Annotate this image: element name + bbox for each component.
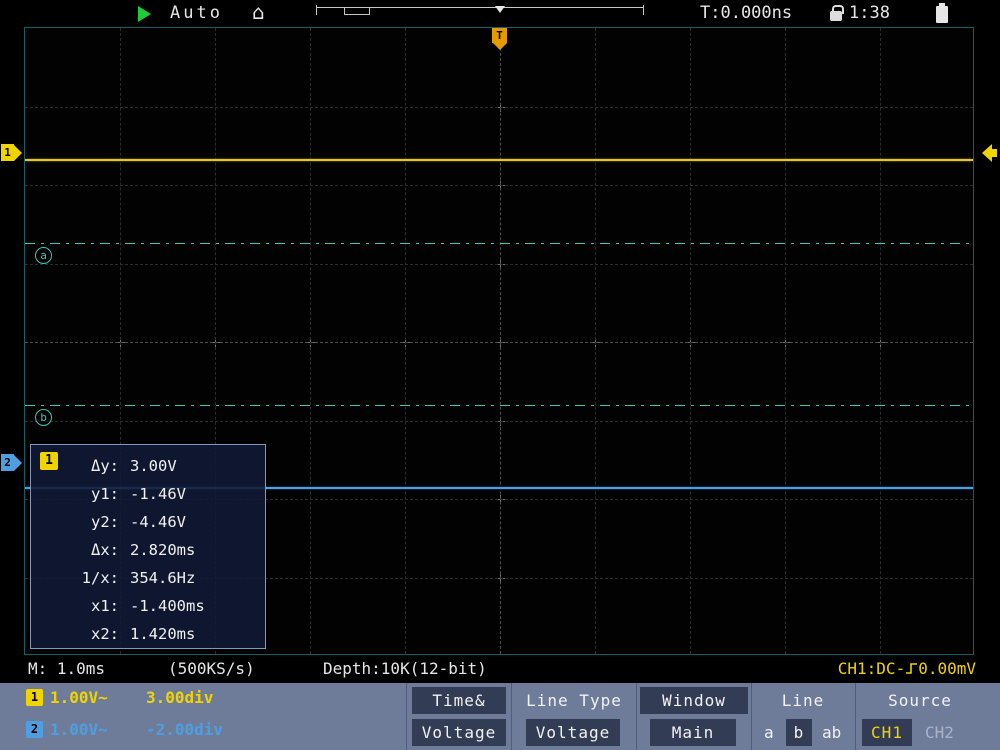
ch2-scale-readout: 1.00V~ [50, 720, 108, 739]
sample-rate-readout: (500KS/s) [168, 659, 255, 678]
grid-vline [880, 28, 881, 654]
menu-line-option-ab[interactable]: ab [822, 723, 841, 742]
menu-separator [855, 683, 856, 750]
menu-line-option-a[interactable]: a [764, 723, 774, 742]
cursor-row-x1: x1: -1.400ms [31, 592, 265, 620]
menu-source-title: Source [857, 691, 983, 710]
rising-edge-icon [905, 661, 918, 676]
ch2-marker-label: 2 [1, 454, 14, 471]
menu-time-voltage-line2[interactable]: Voltage [412, 719, 506, 746]
ch1-marker-label: 1 [1, 144, 14, 161]
trigger-position-marker-icon[interactable] [495, 6, 505, 13]
grid-vline [690, 28, 691, 654]
top-bar: Auto T:0.000ns 1:38 [0, 0, 1000, 27]
trigger-horizontal-position-marker[interactable]: T [492, 28, 507, 50]
cursor-row-label: x2: [31, 625, 119, 643]
ruler-right-tick [643, 5, 644, 15]
menu-time-voltage-line1[interactable]: Time& [412, 687, 506, 714]
cursor-a-handle[interactable]: a [35, 247, 52, 264]
grid-vline [500, 28, 501, 654]
menu-line-type-value[interactable]: Voltage [526, 719, 620, 746]
menu-bar: 1 1.00V~ 3.00div 2 1.00V~ -2.00div Time&… [0, 683, 1000, 750]
ch2-marker-arrow-icon [14, 455, 22, 471]
grid-hline [25, 185, 973, 186]
trigger-marker-pointer-icon [493, 43, 507, 50]
record-depth-readout: Depth:10K(12-bit) [323, 659, 487, 678]
cursor-row-dy: Δy: 3.00V [31, 452, 265, 480]
cursor-row-label: Δy: [31, 457, 119, 475]
grid-vline [785, 28, 786, 654]
grid-hline [25, 107, 973, 108]
cursor-row-value: -4.46V [130, 513, 186, 531]
cursor-row-value: 2.820ms [130, 541, 195, 559]
cursor-row-x2: x2: 1.420ms [31, 620, 265, 648]
ch1-position-marker[interactable]: 1 [1, 144, 22, 161]
ruler-window-region [344, 7, 370, 15]
cursor-row-value: -1.46V [130, 485, 186, 503]
grid-vline [310, 28, 311, 654]
menu-line-type-title: Line Type [513, 691, 635, 710]
menu-separator [511, 683, 512, 750]
timebase-readout: M: 1.0ms [28, 659, 105, 678]
trigger-coupling-label: CH1:DC- [838, 659, 905, 678]
cursor-row-value: 3.00V [130, 457, 177, 475]
ch2-position-marker[interactable]: 2 [1, 454, 22, 471]
grid-vline [595, 28, 596, 654]
ruler-left-tick [316, 5, 317, 15]
run-state-play-icon[interactable] [138, 6, 151, 22]
trigger-status-readout: CH1:DC- 0.00mV [838, 659, 976, 678]
cursor-row-label: y1: [31, 485, 119, 503]
menu-separator [406, 683, 407, 750]
cursor-row-value: 1.420ms [130, 625, 195, 643]
trigger-level-arrow-tail [992, 149, 997, 157]
home-icon[interactable] [252, 0, 265, 24]
cursor-a-line[interactable] [25, 243, 973, 244]
ch1-offset-readout: 3.00div [146, 688, 213, 707]
grid-hline [25, 264, 973, 265]
status-bar: M: 1.0ms (500KS/s) Depth:10K(12-bit) CH1… [0, 655, 1000, 683]
cursor-row-label: Δx: [31, 541, 119, 559]
cursor-readouts: Δy:3.00V y1:-1.46V y2:-4.46V Δx:2.820ms … [31, 452, 265, 648]
trigger-level-arrow-icon [982, 144, 992, 162]
menu-separator [636, 683, 637, 750]
lock-icon [830, 11, 842, 21]
grid-hline [25, 421, 973, 422]
cursor-row-dx: Δx: 2.820ms [31, 536, 265, 564]
menu-line-option-b[interactable]: b [786, 719, 812, 746]
battery-icon [936, 6, 948, 23]
cursor-row-label: 1/x: [31, 569, 119, 587]
oscilloscope-screen: Auto T:0.000ns 1:38 a b T 1 2 [0, 0, 1000, 750]
cursor-row-label: x1: [31, 597, 119, 615]
cursor-row-value: 354.6Hz [130, 569, 195, 587]
cursor-measurement-panel: 1 Δy:3.00V y1:-1.46V y2:-4.46V Δx:2.820m… [30, 444, 266, 649]
ch1-scale-readout: 1.00V~ [50, 688, 108, 707]
ch1-marker-arrow-icon [14, 145, 22, 161]
cursor-b-handle[interactable]: b [35, 409, 52, 426]
trigger-marker-label: T [492, 28, 507, 43]
menu-source-option-ch1[interactable]: CH1 [862, 719, 912, 746]
ch2-badge[interactable]: 2 [26, 721, 43, 738]
trigger-level-marker[interactable] [982, 144, 997, 162]
clock-readout: 1:38 [849, 3, 890, 23]
trigger-mode-label[interactable]: Auto [170, 3, 223, 23]
trigger-level-readout: 0.00mV [918, 659, 976, 678]
grid-hline [25, 342, 973, 343]
cursor-row-freq: 1/x: 354.6Hz [31, 564, 265, 592]
menu-line-title: Line [753, 691, 853, 710]
menu-window-value[interactable]: Main [650, 719, 736, 746]
cursor-row-label: y2: [31, 513, 119, 531]
ch2-offset-readout: -2.00div [146, 720, 223, 739]
grid-vline [405, 28, 406, 654]
menu-window-title[interactable]: Window [640, 687, 748, 714]
menu-separator [751, 683, 752, 750]
menu-source-option-ch2[interactable]: CH2 [925, 723, 954, 742]
cursor-row-y2: y2: -4.46V [31, 508, 265, 536]
ch1-trace [25, 159, 973, 161]
ch1-badge[interactable]: 1 [26, 689, 43, 706]
cursor-row-value: -1.400ms [130, 597, 205, 615]
trigger-offset-readout: T:0.000ns [700, 3, 792, 23]
cursor-b-line[interactable] [25, 405, 973, 406]
cursor-row-y1: y1: -1.46V [31, 480, 265, 508]
